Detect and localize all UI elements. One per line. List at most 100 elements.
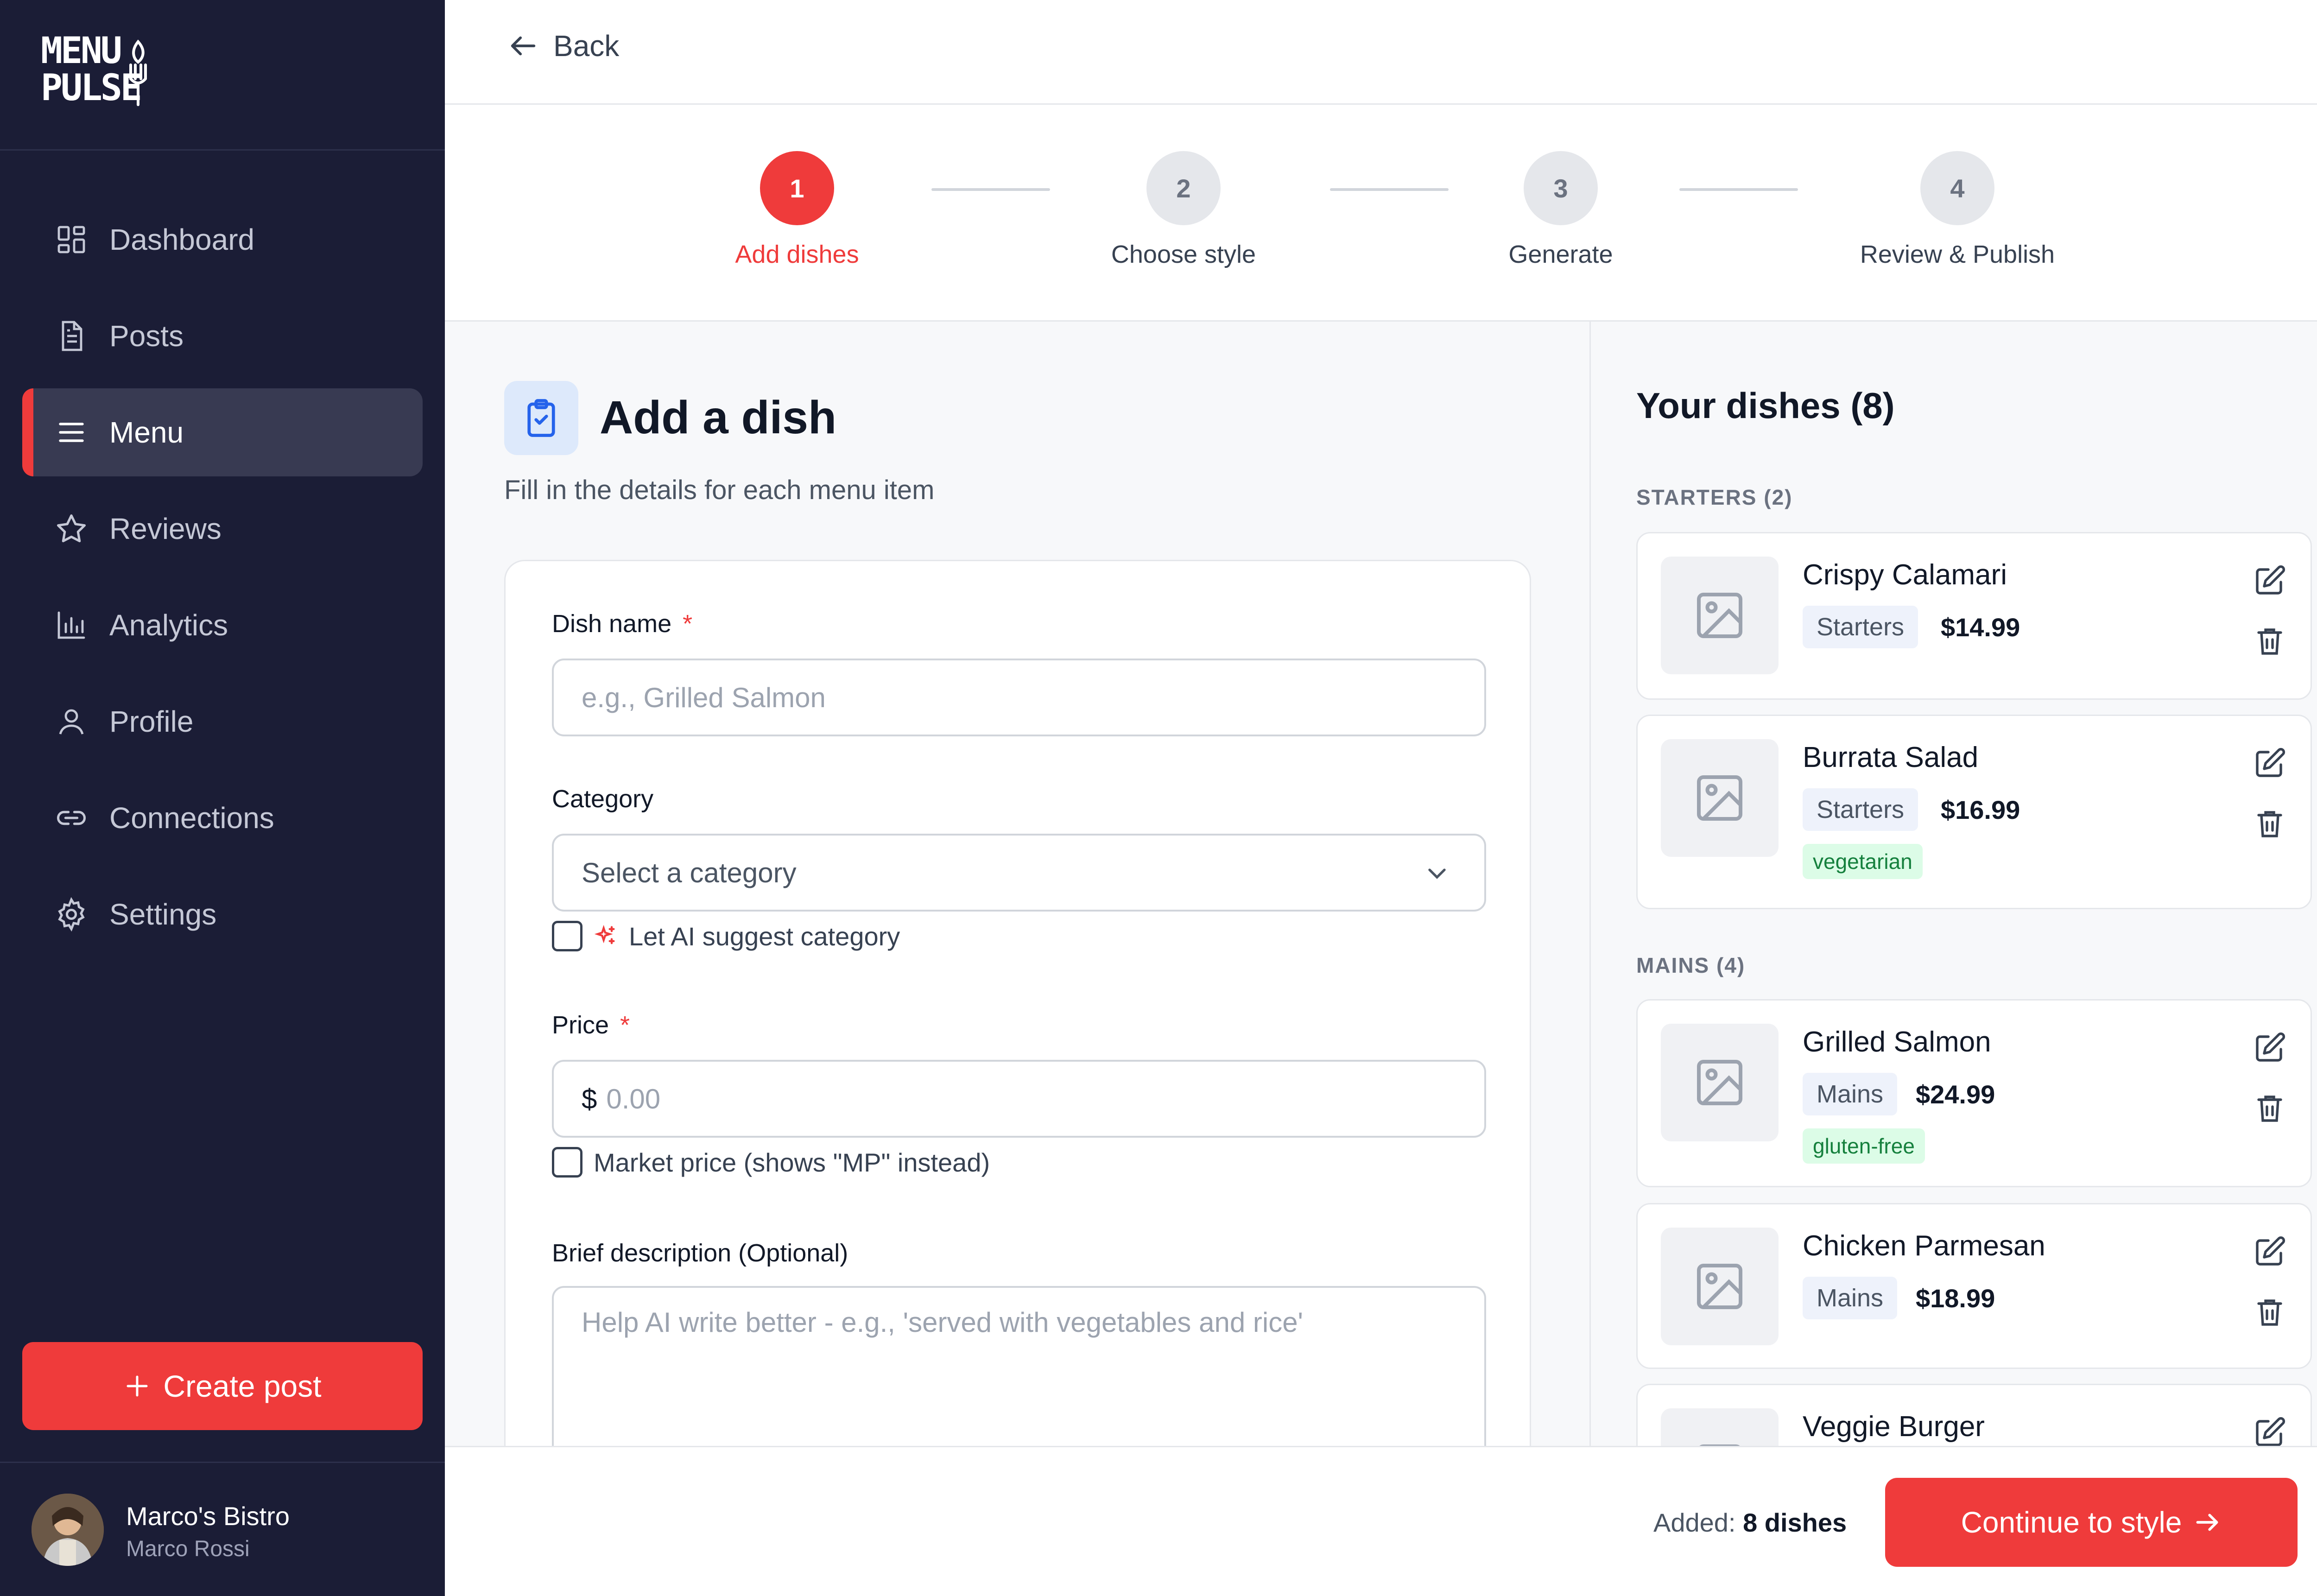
- trash-icon[interactable]: [2253, 1295, 2286, 1329]
- ai-suggest-checkbox[interactable]: [552, 921, 582, 951]
- sidebar-item-profile[interactable]: Profile: [22, 678, 423, 766]
- image-placeholder-icon: [1661, 1228, 1779, 1345]
- edit-icon[interactable]: [2253, 1031, 2286, 1064]
- sidebar-item-settings[interactable]: Settings: [22, 870, 423, 958]
- dish-card[interactable]: Chicken Parmesan Mains $18.99: [1636, 1203, 2312, 1369]
- chevron-down-icon: [1428, 868, 1446, 879]
- document-icon: [53, 317, 90, 355]
- sidebar-item-connections[interactable]: Connections: [22, 774, 423, 862]
- step-number: 4: [1920, 151, 1994, 225]
- page-title: Add a dish: [600, 392, 837, 443]
- edit-icon[interactable]: [2253, 1235, 2286, 1268]
- sidebar-item-label: Reviews: [109, 512, 222, 545]
- sidebar-item-label: Analytics: [109, 608, 228, 642]
- step-review-publish[interactable]: 4 Review & Publish: [1818, 151, 2096, 269]
- category-selected-value: Select a category: [582, 857, 797, 888]
- edit-icon[interactable]: [2253, 564, 2286, 597]
- arrow-left-icon: [511, 36, 536, 56]
- clipboard-check-icon: [504, 381, 578, 455]
- dietary-tag: gluten-free: [1803, 1128, 1925, 1164]
- user-owner-name: Marco Rossi: [126, 1537, 250, 1561]
- user-icon: [53, 703, 90, 740]
- hamburger-menu-icon: [53, 414, 90, 451]
- dish-card[interactable]: Burrata Salad Starters $16.99 vegetarian: [1636, 715, 2312, 909]
- step-label: Add dishes: [735, 241, 859, 268]
- description-textarea[interactable]: Help AI write better - e.g., 'served wit…: [552, 1286, 1486, 1446]
- step-label: Choose style: [1111, 241, 1256, 268]
- edit-icon[interactable]: [2253, 747, 2286, 780]
- dish-price: $18.99: [1916, 1283, 1995, 1313]
- dish-form-card: Dish name * e.g., Grilled Salmon Category…: [504, 560, 1531, 1446]
- gear-icon: [53, 896, 90, 933]
- step-choose-style[interactable]: 2 Choose style: [1045, 151, 1323, 269]
- sidebar-item-dashboard[interactable]: Dashboard: [22, 196, 423, 284]
- dish-card[interactable]: Crispy Calamari Starters $14.99: [1636, 532, 2312, 700]
- sidebar-item-analytics[interactable]: Analytics: [22, 581, 423, 669]
- menu-pulse-logo[interactable]: MENU PULSE: [41, 32, 147, 107]
- page-subtitle: Fill in the details for each menu item: [504, 475, 935, 505]
- section-label-starters: STARTERS (2): [1636, 485, 1793, 509]
- market-price-option[interactable]: Market price (shows "MP" instead): [552, 1147, 990, 1178]
- step-number: 1: [760, 151, 834, 225]
- price-placeholder: 0.00: [606, 1083, 661, 1115]
- price-input[interactable]: $ 0.00: [552, 1060, 1486, 1138]
- section-label-mains: MAINS (4): [1636, 953, 1746, 977]
- back-button[interactable]: Back: [507, 29, 619, 63]
- user-account[interactable]: Marco's Bistro Marco Rossi: [0, 1462, 445, 1596]
- trash-icon[interactable]: [2253, 807, 2286, 840]
- sidebar-item-label: Posts: [109, 319, 184, 353]
- create-post-label: Create post: [163, 1369, 322, 1403]
- sidebar-item-label: Profile: [109, 705, 194, 738]
- continue-to-style-button[interactable]: Continue to style: [1885, 1478, 2298, 1567]
- dish-card[interactable]: Veggie Burger: [1636, 1384, 2312, 1446]
- your-dishes-pane: Your dishes (8) STARTERS (2) Crispy Cala…: [1589, 322, 2317, 1446]
- sidebar-item-menu[interactable]: Menu: [22, 388, 423, 476]
- sidebar-item-posts[interactable]: Posts: [22, 292, 423, 380]
- price-label: Price *: [552, 1011, 630, 1039]
- image-placeholder-icon: [1661, 739, 1779, 857]
- wizard-footer: Added: 8 dishes Continue to style: [445, 1446, 2317, 1596]
- dish-card[interactable]: Grilled Salmon Mains $24.99 gluten-free: [1636, 999, 2312, 1187]
- image-placeholder-icon: [1661, 1024, 1779, 1141]
- top-bar: Back: [445, 0, 2317, 105]
- ai-suggest-option[interactable]: Let AI suggest category: [552, 921, 900, 951]
- dish-category-badge: Mains: [1803, 1073, 1898, 1115]
- step-label: Review & Publish: [1860, 241, 2055, 268]
- create-post-button[interactable]: Create post: [22, 1342, 423, 1430]
- sidebar-divider: [0, 149, 445, 151]
- image-placeholder-icon: [1661, 557, 1779, 674]
- category-select[interactable]: Select a category: [552, 834, 1486, 912]
- image-placeholder-icon: [1661, 1408, 1779, 1446]
- market-price-checkbox[interactable]: [552, 1147, 582, 1178]
- added-prefix: Added:: [1653, 1508, 1736, 1537]
- trash-icon[interactable]: [2253, 624, 2286, 658]
- sidebar-item-label: Dashboard: [109, 223, 255, 256]
- dish-name-input[interactable]: e.g., Grilled Salmon: [552, 659, 1486, 736]
- price-label-text: Price: [552, 1011, 609, 1039]
- fork-flame-icon: [129, 39, 147, 106]
- star-icon: [53, 510, 90, 547]
- ai-suggest-label: Let AI suggest category: [629, 921, 900, 951]
- edit-icon[interactable]: [2253, 1416, 2286, 1446]
- avatar: [32, 1494, 104, 1566]
- dish-name-label: Dish name *: [552, 609, 692, 638]
- plus-icon: [127, 1375, 148, 1397]
- dish-name: Crispy Calamari: [1803, 559, 2007, 591]
- dietary-tag: vegetarian: [1803, 844, 1923, 879]
- step-number: 2: [1146, 151, 1221, 225]
- trash-icon[interactable]: [2253, 1091, 2286, 1125]
- sidebar-item-reviews[interactable]: Reviews: [22, 485, 423, 573]
- sidebar: MENU PULSE Dashboard Posts Menu Reviews: [0, 0, 445, 1596]
- add-dish-pane: Add a dish Fill in the details for each …: [445, 322, 1589, 1446]
- dish-category-badge: Starters: [1803, 606, 1918, 648]
- step-label: Generate: [1508, 241, 1613, 268]
- step-generate[interactable]: 3 Generate: [1422, 151, 1700, 269]
- continue-label: Continue to style: [1961, 1506, 2182, 1539]
- dish-name: Veggie Burger: [1803, 1411, 1985, 1443]
- dish-name: Grilled Salmon: [1803, 1026, 1991, 1058]
- link-icon: [53, 799, 90, 836]
- dish-name-placeholder: e.g., Grilled Salmon: [582, 682, 826, 713]
- sidebar-item-label: Connections: [109, 801, 274, 835]
- step-add-dishes[interactable]: 1 Add dishes: [658, 151, 936, 269]
- description-label: Brief description (Optional): [552, 1239, 848, 1267]
